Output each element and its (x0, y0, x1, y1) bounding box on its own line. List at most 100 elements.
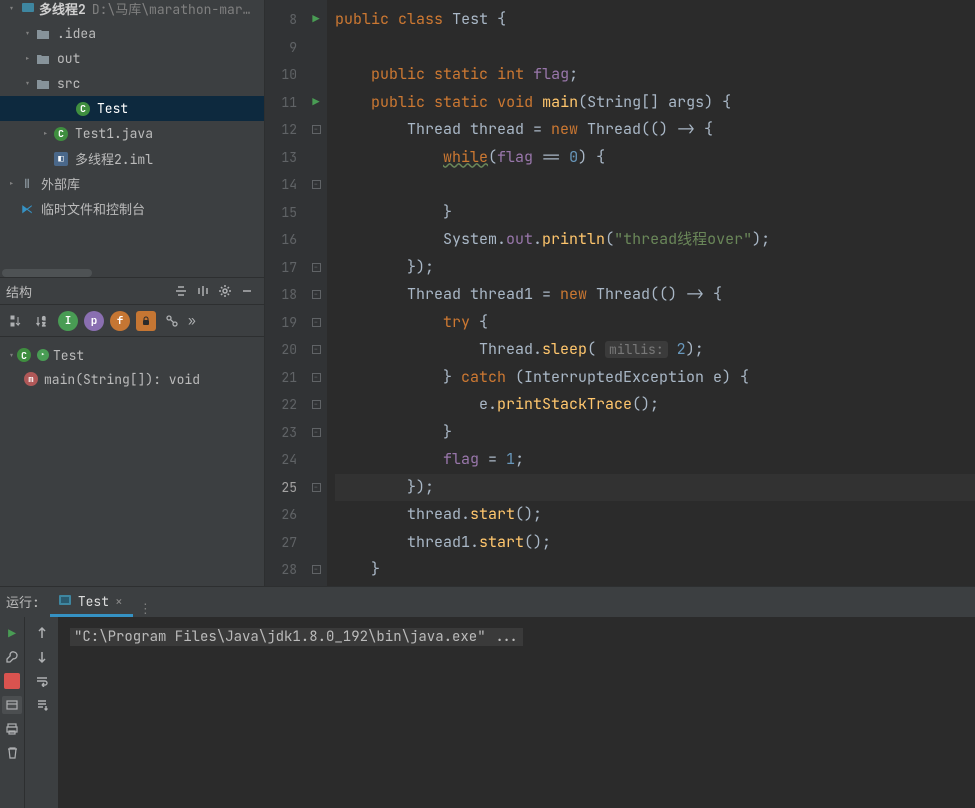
structure-item[interactable]: ▾C▸Test (0, 343, 264, 367)
run-gutter-icon[interactable]: ▸ (37, 349, 49, 361)
chevron-down-icon[interactable]: ▾ (6, 2, 17, 15)
line-number[interactable]: 19 (265, 309, 297, 337)
line-number[interactable]: 8 (265, 6, 297, 34)
caret-icon[interactable]: ▸ (22, 52, 33, 65)
project-tree[interactable]: ▾.idea▸out▾src CTest▸CTest1.java ◧多线程2.i… (0, 17, 264, 267)
tree-item--idea[interactable]: ▾.idea (0, 21, 264, 46)
tree-item--2-iml[interactable]: ◧多线程2.iml (0, 146, 264, 171)
minimize-icon[interactable] (236, 280, 258, 302)
code-line[interactable]: System.out.println("thread线程over"); (335, 226, 975, 254)
close-icon[interactable]: × (115, 593, 123, 610)
line-number[interactable]: 18 (265, 281, 297, 309)
line-number[interactable]: 21 (265, 364, 297, 392)
line-number[interactable]: 10 (265, 61, 297, 89)
scroll-to-end-icon[interactable] (32, 695, 52, 715)
code-line[interactable]: } catch (InterruptedException e) { (335, 364, 975, 392)
code-line[interactable]: Thread.sleep( millis: 2); (335, 336, 975, 364)
code-line[interactable]: } (335, 419, 975, 447)
fold-icon[interactable] (312, 345, 321, 354)
code-line[interactable]: Thread thread1 = new Thread(() -> { (335, 281, 975, 309)
code-line[interactable]: thread1.start(); (335, 529, 975, 557)
line-number-gutter[interactable]: 8910111213141516171819202122232425262728 (265, 0, 305, 586)
fold-icon[interactable] (312, 483, 321, 492)
code-line[interactable]: while(flag == 0) { (335, 144, 975, 172)
structure-item[interactable]: mmain(String[]): void (0, 367, 264, 391)
code-editor[interactable]: 8910111213141516171819202122232425262728… (265, 0, 975, 586)
tree-item-test1-java[interactable]: ▸CTest1.java (0, 121, 264, 146)
code-line[interactable] (335, 171, 975, 199)
code-line[interactable]: } (335, 556, 975, 584)
line-number[interactable]: 13 (265, 144, 297, 172)
code-line[interactable]: e.printStackTrace(); (335, 391, 975, 419)
gutter-icons[interactable]: ▶▶ (305, 0, 327, 586)
tree-item--[interactable]: ⧔临时文件和控制台 (0, 196, 264, 221)
more-icon[interactable]: » (188, 312, 197, 329)
caret-icon[interactable] (62, 102, 73, 115)
wrench-icon[interactable] (2, 647, 22, 667)
line-number[interactable]: 14 (265, 171, 297, 199)
printer-icon[interactable] (2, 719, 22, 739)
filter-properties-icon[interactable]: p (84, 311, 104, 331)
stop-icon[interactable] (2, 671, 22, 691)
line-number[interactable]: 20 (265, 336, 297, 364)
rerun-icon[interactable]: ▶ (2, 623, 22, 643)
caret-icon[interactable]: ▾ (6, 349, 17, 362)
line-number[interactable]: 15 (265, 199, 297, 227)
filter-fields-icon[interactable]: f (110, 311, 130, 331)
fold-icon[interactable] (312, 125, 321, 134)
code-line[interactable]: public static int flag; (335, 61, 975, 89)
fold-icon[interactable] (312, 180, 321, 189)
code-line[interactable]: }); (335, 254, 975, 282)
run-tab-test[interactable]: Test × (50, 589, 133, 617)
caret-icon[interactable]: ▾ (22, 27, 33, 40)
line-number[interactable]: 17 (265, 254, 297, 282)
structure-tree[interactable]: ▾C▸Testmmain(String[]): void (0, 337, 264, 586)
line-number[interactable]: 16 (265, 226, 297, 254)
fold-icon[interactable] (312, 373, 321, 382)
caret-icon[interactable]: ▸ (6, 177, 17, 190)
line-number[interactable]: 27 (265, 529, 297, 557)
code-line[interactable]: try { (335, 309, 975, 337)
line-number[interactable]: 11 (265, 89, 297, 117)
run-output[interactable]: "C:\Program Files\Java\jdk1.8.0_192\bin\… (58, 617, 975, 808)
line-number[interactable]: 25 (265, 474, 297, 502)
trash-icon[interactable] (2, 743, 22, 763)
tree-item--[interactable]: ▸⫴外部库 (0, 171, 264, 196)
collapse-icon[interactable] (192, 280, 214, 302)
filter-inherited-icon[interactable] (162, 311, 182, 331)
tree-item-out[interactable]: ▸out (0, 46, 264, 71)
layout-icon[interactable] (2, 695, 22, 715)
filter-nonpublic-icon[interactable] (136, 311, 156, 331)
code-line[interactable]: flag = 1; (335, 446, 975, 474)
fold-icon[interactable] (312, 290, 321, 299)
code-line[interactable]: } (335, 199, 975, 227)
code-line[interactable]: }); (335, 474, 975, 502)
caret-icon[interactable]: ▸ (40, 127, 51, 140)
horizontal-scrollbar[interactable] (2, 269, 92, 277)
soft-wrap-icon[interactable] (32, 671, 52, 691)
code-area[interactable]: public class Test { public static int fl… (327, 0, 975, 586)
line-number[interactable]: 23 (265, 419, 297, 447)
tree-item-test[interactable]: CTest (0, 96, 264, 121)
up-arrow-icon[interactable] (32, 623, 52, 643)
caret-icon[interactable] (6, 202, 17, 215)
drag-handle-icon[interactable]: ⋮ (139, 600, 152, 617)
code-line[interactable] (335, 34, 975, 62)
down-arrow-icon[interactable] (32, 647, 52, 667)
fold-icon[interactable] (312, 263, 321, 272)
caret-icon[interactable]: ▾ (22, 77, 33, 90)
fold-icon[interactable] (312, 318, 321, 327)
line-number[interactable]: 24 (265, 446, 297, 474)
code-line[interactable]: public static void main(String[] args) { (335, 89, 975, 117)
run-gutter-icon[interactable]: ▶ (312, 89, 319, 117)
sort-visibility-icon[interactable] (6, 311, 26, 331)
line-number[interactable]: 22 (265, 391, 297, 419)
fold-icon[interactable] (312, 400, 321, 409)
code-line[interactable]: Thread thread = new Thread(() -> { (335, 116, 975, 144)
line-number[interactable]: 26 (265, 501, 297, 529)
expand-icon[interactable] (170, 280, 192, 302)
gear-icon[interactable] (214, 280, 236, 302)
line-number[interactable]: 9 (265, 34, 297, 62)
fold-icon[interactable] (312, 428, 321, 437)
tree-item-src[interactable]: ▾src (0, 71, 264, 96)
